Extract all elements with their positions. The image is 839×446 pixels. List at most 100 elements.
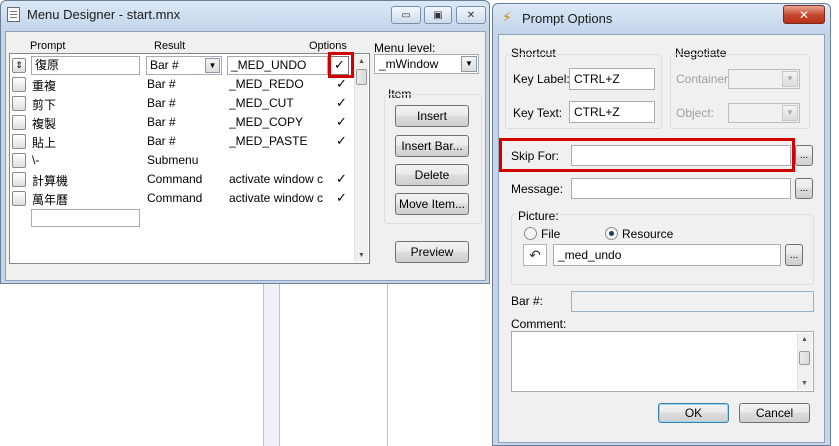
table-row[interactable]: ⇕ 復原 Bar # ▼ _MED_UNDO ✓ [10, 56, 355, 75]
scroll-thumb[interactable] [799, 351, 810, 365]
options-check-icon[interactable]: ✓ [336, 76, 347, 92]
chevron-down-icon[interactable]: ▼ [461, 56, 477, 72]
menu-items-grid[interactable]: ⇕ 復原 Bar # ▼ _MED_UNDO ✓ 重複 Bar # _MED_R… [9, 53, 370, 264]
table-row[interactable]: 貼上 Bar # _MED_PASTE ✓ [10, 132, 355, 151]
file-radio-label: File [541, 227, 561, 241]
insert-bar-button[interactable]: Insert Bar... [395, 135, 469, 157]
menu-level-select[interactable]: _mWindow ▼ [374, 54, 479, 74]
result-select-value: Bar # [150, 58, 179, 72]
scroll-down-icon[interactable]: ▼ [798, 377, 811, 390]
delete-button[interactable]: Delete [395, 164, 469, 186]
move-handle-icon[interactable] [12, 96, 26, 111]
options-check-icon[interactable]: ✓ [336, 114, 347, 130]
table-row[interactable]: \- Submenu [10, 151, 355, 170]
message-label: Message: [511, 182, 564, 196]
move-item-button-label: Move Item... [398, 197, 466, 211]
prompt-cell: 重複 [32, 79, 57, 93]
wand-icon: ⚡ [502, 9, 512, 25]
move-item-button[interactable]: Move Item... [395, 193, 469, 215]
window-title: Menu Designer - start.mnx [27, 7, 181, 22]
close-icon: ✕ [466, 9, 476, 21]
table-row[interactable]: 計算機 Command activate window c ✓ [10, 170, 355, 189]
result-cell: Command [147, 172, 203, 186]
menu-designer-titlebar[interactable]: Menu Designer - start.mnx ▭ ▣ ✕ [1, 1, 489, 29]
key-label-label: Key Label: [513, 72, 570, 86]
table-row[interactable]: 萬年曆 Command activate window c ✓ [10, 189, 355, 208]
options-check-icon[interactable]: ✓ [336, 95, 347, 111]
message-ellipsis-button[interactable]: ... [795, 178, 813, 199]
ok-button[interactable]: OK [658, 403, 729, 423]
target-cell: activate window c [229, 191, 324, 205]
prompt-options-titlebar[interactable]: ⚡ Prompt Options ✕ [493, 4, 830, 32]
resource-radio[interactable] [605, 227, 618, 240]
options-check-icon[interactable]: ✓ [336, 171, 347, 187]
maximize-button[interactable]: ▣ [424, 6, 452, 24]
result-cell: Bar # [147, 77, 176, 91]
dialog-title: Prompt Options [522, 11, 613, 26]
resource-radio-label: Resource [622, 227, 674, 241]
ellipsis-label: ... [799, 150, 809, 161]
table-row[interactable]: 複製 Bar # _MED_COPY ✓ [10, 113, 355, 132]
insert-bar-button-label: Insert Bar... [401, 139, 463, 153]
new-prompt-input[interactable] [31, 209, 140, 227]
delete-button-label: Delete [414, 168, 450, 182]
bar-number-input[interactable] [571, 291, 814, 312]
move-handle-icon[interactable] [12, 134, 26, 149]
move-handle-icon[interactable]: ⇕ [12, 58, 26, 73]
options-check-icon[interactable]: ✓ [336, 133, 347, 149]
prompt-input[interactable]: 復原 [31, 56, 140, 75]
comment-scrollbar[interactable]: ▲ ▼ [797, 333, 812, 390]
chevron-down-icon[interactable]: ▼ [782, 105, 798, 121]
scroll-thumb[interactable] [356, 69, 367, 85]
target-cell: _MED_COPY [229, 115, 304, 129]
message-input[interactable] [571, 178, 791, 199]
move-handle-icon[interactable] [12, 77, 26, 92]
grid-scrollbar[interactable]: ▲ ▼ [354, 55, 368, 262]
key-label-input[interactable]: CTRL+Z [569, 68, 655, 90]
preview-button[interactable]: Preview [395, 241, 469, 263]
chevron-down-icon[interactable]: ▼ [205, 58, 220, 73]
move-handle-icon[interactable] [12, 191, 26, 206]
options-check-icon[interactable]: ✓ [336, 190, 347, 206]
scroll-up-icon[interactable]: ▲ [355, 55, 368, 68]
target-input[interactable]: _MED_UNDO [227, 56, 328, 75]
table-row[interactable]: 重複 Bar # _MED_REDO ✓ [10, 75, 355, 94]
highlight-box [499, 138, 795, 172]
minimize-button[interactable]: ▭ [391, 6, 421, 24]
table-row[interactable]: 剪下 Bar # _MED_CUT ✓ [10, 94, 355, 113]
ellipsis-label: ... [799, 183, 809, 194]
target-cell: _MED_CUT [229, 96, 294, 110]
close-button[interactable]: ✕ [783, 5, 825, 24]
skip-for-ellipsis-button[interactable]: ... [795, 145, 813, 166]
object-select[interactable]: ▼ [728, 103, 800, 123]
insert-button-label: Insert [416, 109, 447, 123]
cancel-button[interactable]: Cancel [739, 403, 810, 423]
key-text-input[interactable]: CTRL+Z [569, 101, 655, 123]
scroll-down-icon[interactable]: ▼ [355, 249, 368, 262]
workspace-divider [279, 284, 280, 446]
result-select[interactable]: Bar # ▼ [146, 56, 222, 75]
workspace-background [0, 284, 490, 446]
picture-input[interactable]: _med_undo [553, 244, 781, 266]
comment-textarea[interactable]: ▲ ▼ [511, 331, 814, 392]
chevron-down-icon[interactable]: ▼ [782, 71, 798, 87]
move-handle-icon[interactable] [12, 172, 26, 187]
container-select[interactable]: ▼ [728, 69, 800, 89]
bar-number-label: Bar #: [511, 294, 544, 308]
key-text-label: Key Text: [513, 106, 563, 120]
insert-button[interactable]: Insert [395, 105, 469, 127]
move-handle-icon[interactable] [12, 153, 26, 168]
picture-ellipsis-button[interactable]: ... [785, 244, 803, 266]
file-radio[interactable] [524, 227, 537, 240]
undo-icon: ↶ [523, 244, 547, 266]
column-header-options: Options [309, 40, 347, 52]
column-header-prompt: Prompt [30, 40, 66, 52]
scroll-up-icon[interactable]: ▲ [798, 333, 811, 346]
move-handle-icon[interactable] [12, 115, 26, 130]
menu-designer-window: Menu Designer - start.mnx ▭ ▣ ✕ Prompt R… [0, 0, 490, 284]
minimize-icon: ▭ [401, 9, 411, 21]
column-header-result: Result [154, 40, 186, 52]
prompt-cell: 計算機 [32, 174, 69, 188]
close-icon: ✕ [798, 7, 810, 22]
close-button[interactable]: ✕ [456, 6, 486, 24]
